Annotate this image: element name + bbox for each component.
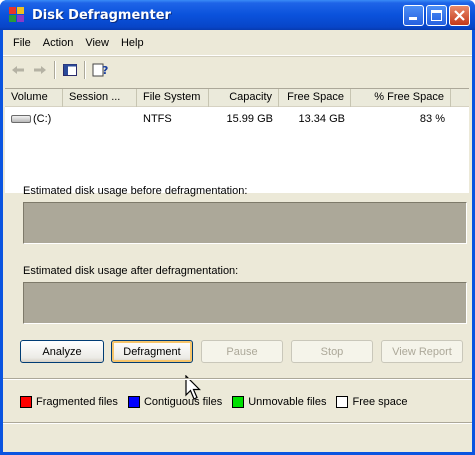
column-session-status[interactable]: Session ... — [63, 89, 137, 107]
window-title: Disk Defragmenter — [32, 7, 171, 23]
unmovable-swatch — [232, 396, 245, 408]
volume-cell: (C:) — [5, 113, 63, 125]
svg-text:?: ? — [102, 64, 108, 77]
column-file-system[interactable]: File System — [137, 89, 209, 107]
status-bar — [3, 430, 472, 452]
menu-bar: File Action View Help — [3, 30, 472, 56]
capacity-cell: 15.99 GB — [226, 113, 273, 125]
console-tree-icon[interactable] — [59, 59, 81, 81]
menu-file[interactable]: File — [7, 35, 37, 51]
legend-label: Unmovable files — [248, 396, 327, 408]
legend-item-free-space: Free space — [336, 396, 408, 408]
table-row[interactable]: (C:) NTFS 15.99 GB 13.34 GB 83 % — [5, 109, 469, 129]
maximize-icon — [431, 10, 442, 21]
volume-list: Volume Session ... File System Capacity … — [5, 88, 469, 193]
view-report-button[interactable]: View Report — [381, 340, 463, 363]
defragment-button[interactable]: Defragment — [111, 340, 193, 363]
toolbar-separator — [54, 60, 56, 79]
volume-name: (C:) — [33, 113, 52, 125]
legend: Fragmented files Contiguous files Unmova… — [20, 396, 418, 408]
free-space-swatch — [336, 396, 349, 408]
maximize-button[interactable] — [426, 5, 447, 26]
legend-item-fragmented: Fragmented files — [20, 396, 118, 408]
menu-action[interactable]: Action — [37, 35, 80, 51]
volume-list-header: Volume Session ... File System Capacity … — [5, 89, 469, 107]
hard-drive-icon — [11, 115, 31, 124]
free-space-cell: 13.34 GB — [298, 113, 345, 125]
fragmented-swatch — [20, 396, 32, 408]
minimize-icon — [409, 17, 417, 20]
menu-view[interactable]: View — [79, 35, 115, 51]
pause-button[interactable]: Pause — [201, 340, 283, 363]
legend-label: Contiguous files — [143, 396, 223, 408]
back-arrow-icon[interactable] — [7, 59, 29, 81]
column-free-space[interactable]: Free Space — [279, 89, 351, 107]
title-bar[interactable]: Disk Defragmenter — [0, 0, 475, 30]
contiguous-swatch — [127, 396, 140, 408]
column-percent-free-space[interactable]: % Free Space — [351, 89, 451, 107]
close-button[interactable] — [449, 5, 470, 26]
legend-label: Fragmented files — [36, 396, 118, 408]
before-defrag-label: Estimated disk usage before defragmentat… — [23, 185, 248, 197]
file-system-cell: NTFS — [143, 113, 172, 125]
stop-button[interactable]: Stop — [291, 340, 373, 363]
before-defrag-display — [23, 202, 467, 244]
client-area: File Action View Help ? Volume Session .… — [3, 30, 472, 452]
legend-item-contiguous: Contiguous files — [127, 396, 223, 408]
column-capacity[interactable]: Capacity — [209, 89, 279, 107]
status-divider — [3, 422, 472, 424]
close-icon — [454, 10, 465, 21]
legend-item-unmovable: Unmovable files — [232, 396, 326, 408]
after-defrag-label: Estimated disk usage after defragmentati… — [23, 265, 239, 277]
disk-defragmenter-window: Disk Defragmenter File Action View Help — [0, 0, 475, 455]
divider — [3, 378, 472, 380]
forward-arrow-icon[interactable] — [29, 59, 51, 81]
after-defrag-display — [23, 282, 467, 324]
toolbar-separator — [84, 60, 86, 79]
analyze-button[interactable]: Analyze — [20, 340, 104, 363]
column-volume[interactable]: Volume — [5, 89, 63, 107]
menu-help[interactable]: Help — [115, 35, 150, 51]
minimize-button[interactable] — [403, 5, 424, 26]
defragmenter-app-icon — [8, 6, 26, 24]
toolbar: ? — [3, 56, 472, 82]
legend-label: Free space — [352, 396, 408, 408]
help-icon[interactable]: ? — [89, 59, 111, 81]
percent-free-space-cell: 83 % — [419, 113, 445, 125]
